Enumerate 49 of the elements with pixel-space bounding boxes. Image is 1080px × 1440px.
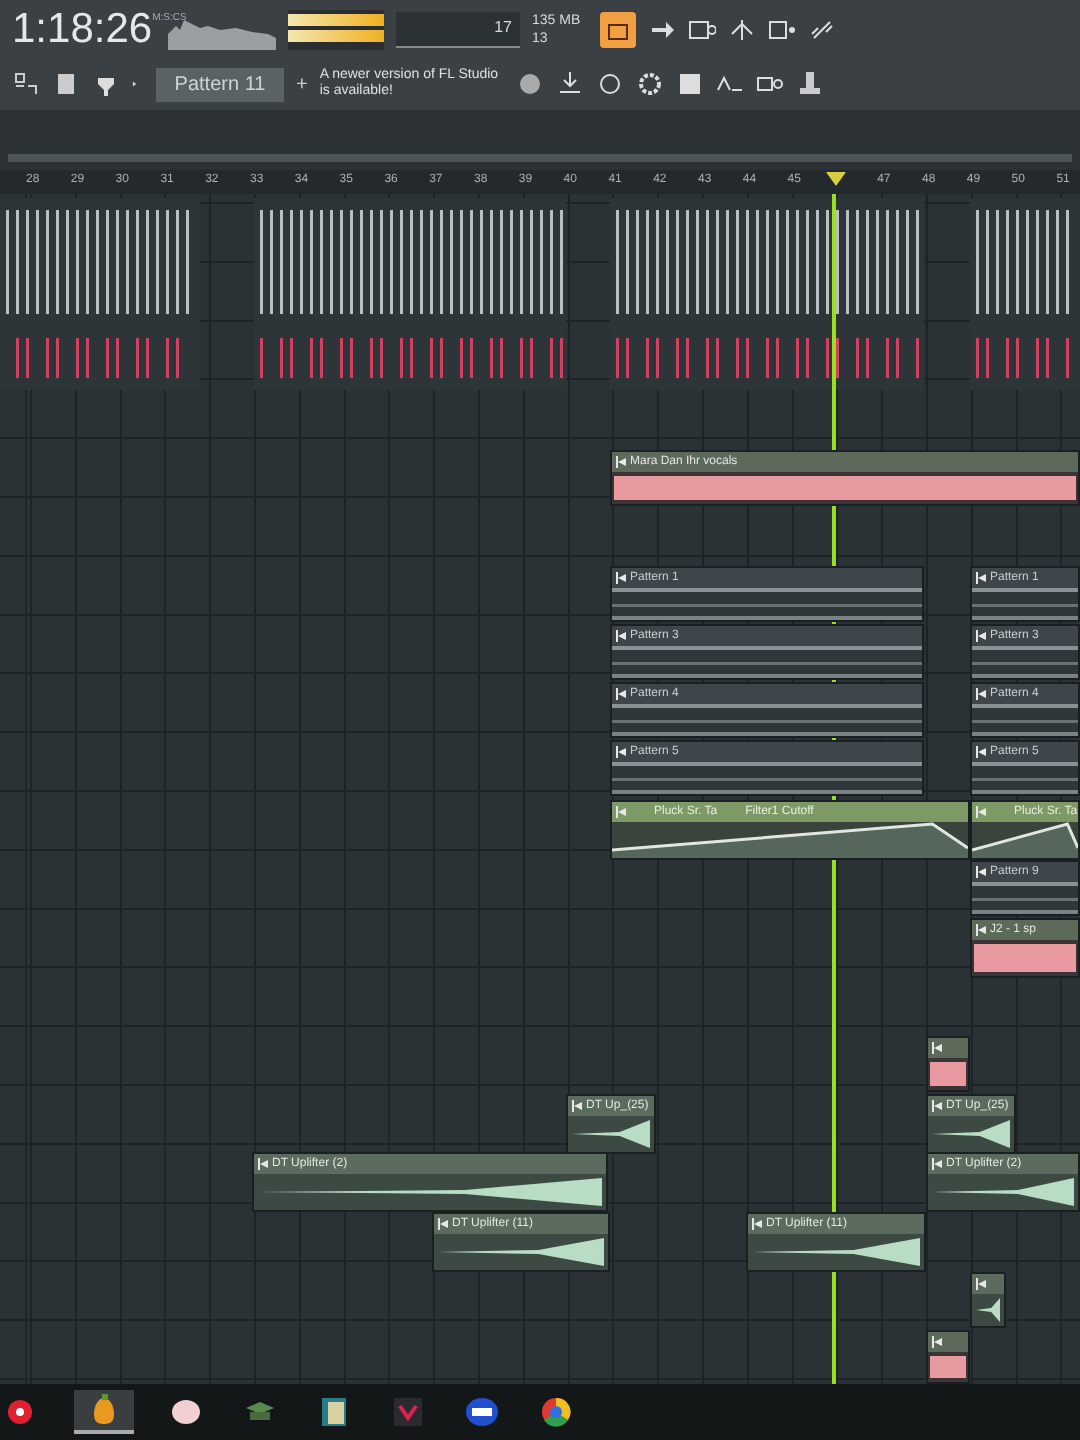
link-icon[interactable] (808, 16, 836, 44)
song-time: 1:18:26 (12, 6, 153, 54)
arrow-icon[interactable] (648, 16, 676, 44)
playlist-button[interactable] (600, 12, 636, 48)
clip-icon (616, 688, 626, 700)
clip-icon (932, 1042, 942, 1054)
clip-waveform (928, 1058, 968, 1090)
pattern-selector[interactable]: Pattern 11 (156, 67, 284, 101)
clip-waveform (972, 646, 1078, 678)
window-icon (608, 23, 628, 39)
clip-icon (616, 630, 626, 642)
clip-icon (616, 806, 626, 818)
volume-meter (288, 10, 384, 50)
clip-icon (976, 1278, 986, 1290)
clip-icon (976, 866, 986, 878)
clip-waveform (972, 940, 1078, 976)
clip-icon (438, 1218, 448, 1230)
clip-icon (932, 1100, 942, 1112)
clip-icon (616, 572, 626, 584)
clip-icon (976, 572, 986, 584)
add-pattern-button[interactable]: + (296, 73, 308, 95)
clip-icon (976, 688, 986, 700)
playlist-clip[interactable] (926, 1036, 970, 1092)
playlist-clip[interactable] (970, 1272, 1006, 1328)
clip-icon (616, 746, 626, 758)
clip-waveform (972, 882, 1078, 914)
tempo-field[interactable]: 17 (396, 12, 520, 48)
clip-icon (976, 924, 986, 936)
disc-icon[interactable] (515, 70, 544, 98)
clip-icon (976, 746, 986, 758)
clip-icon (976, 630, 986, 642)
playlist-clip[interactable] (926, 1330, 970, 1384)
clip-icon (616, 456, 626, 468)
download-icon[interactable] (555, 70, 584, 98)
clip-waveform (972, 822, 1078, 858)
clip-icon (976, 806, 986, 818)
scroll-bar[interactable] (8, 154, 1072, 162)
reload-icon[interactable] (595, 70, 624, 98)
clip-icon (932, 1158, 942, 1170)
clip-waveform (928, 1352, 968, 1382)
clip-icon (932, 1336, 942, 1348)
clip-waveform (972, 762, 1078, 794)
clip-icon (572, 1100, 582, 1112)
clip-icon (752, 1218, 762, 1230)
clip-waveform (972, 704, 1078, 736)
settings-icon[interactable] (635, 70, 664, 98)
save-icon[interactable] (675, 70, 704, 98)
clip-icon (258, 1158, 268, 1170)
clip-waveform (972, 588, 1078, 620)
